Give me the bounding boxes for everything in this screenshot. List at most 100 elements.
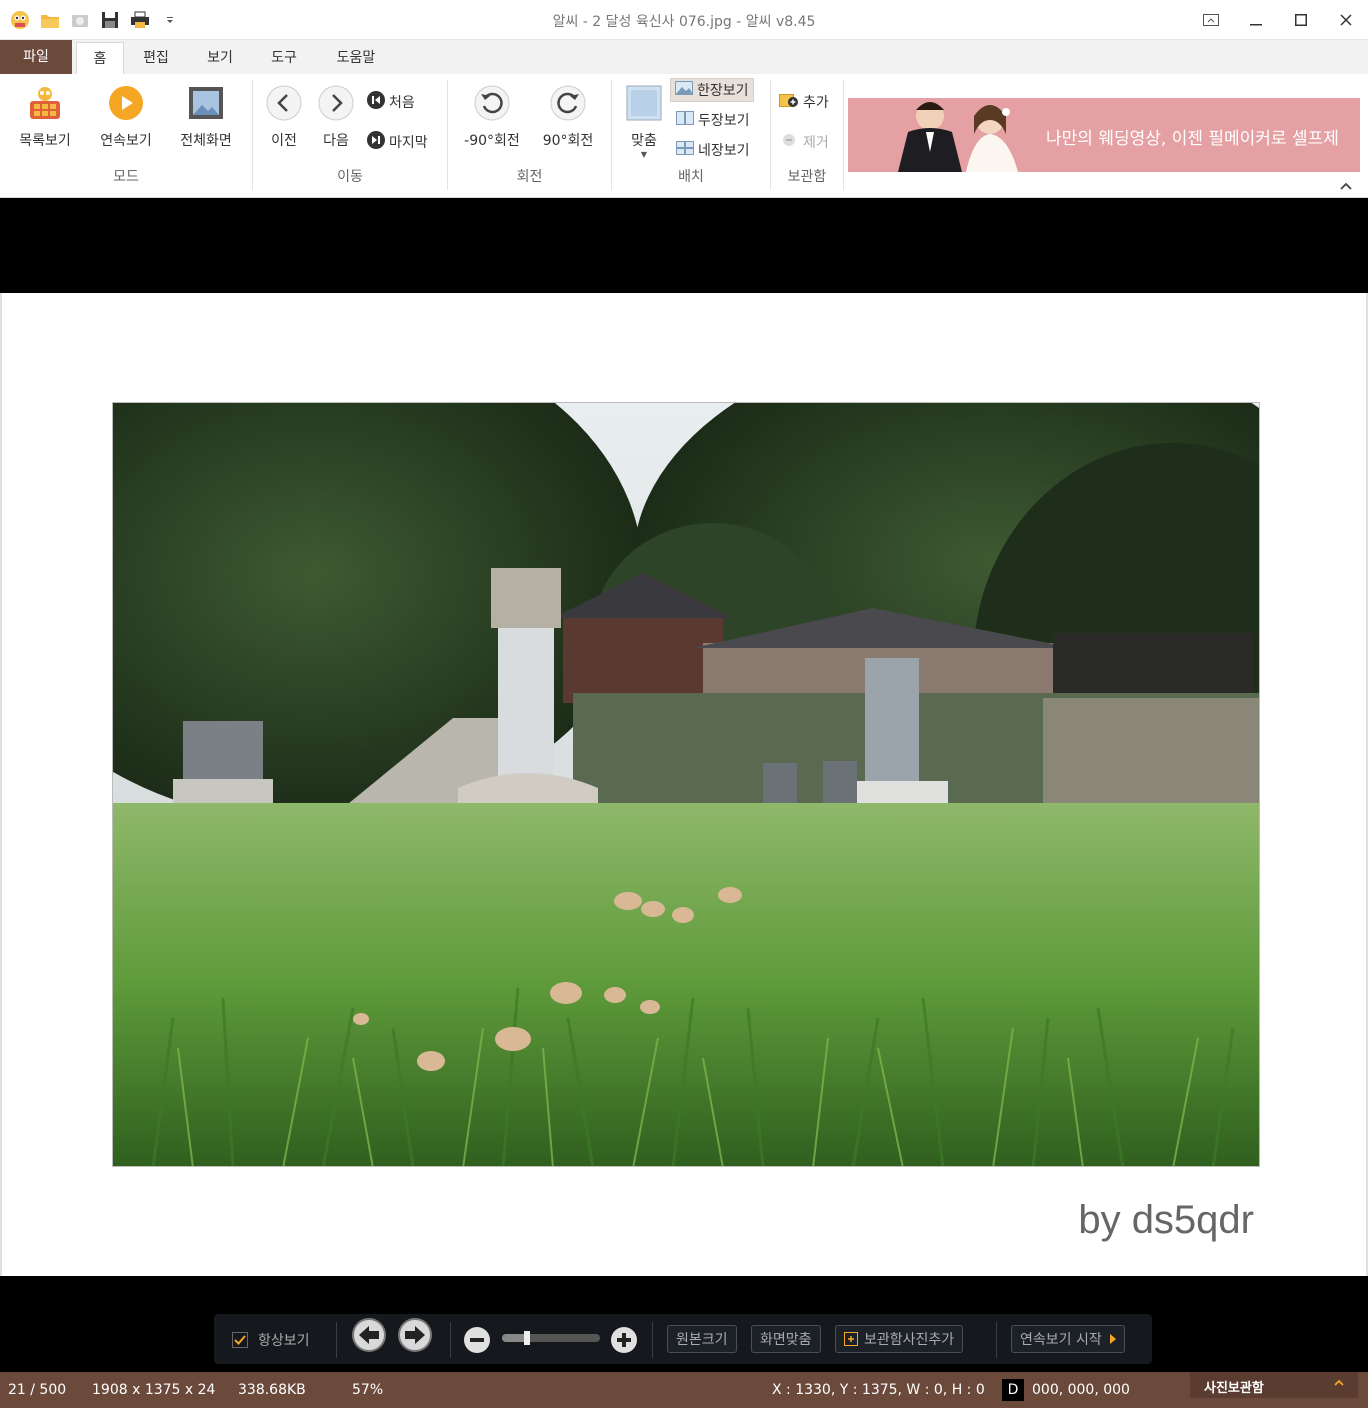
slideshow-label: 연속보기 <box>100 133 152 149</box>
group-layout-label: 배치 <box>678 169 704 185</box>
photo-storage-label: 사진보관함 <box>1204 1381 1264 1396</box>
fit-screen-button[interactable]: 화면맞춤 <box>751 1325 821 1353</box>
zoom-slider-thumb[interactable] <box>523 1331 530 1345</box>
add-storage-icon <box>844 1332 858 1346</box>
chevron-left-icon <box>265 84 303 122</box>
next-button[interactable]: 다음 <box>305 84 367 150</box>
storage-add-button[interactable]: 추가 <box>779 90 829 114</box>
quad-view-label: 네장보기 <box>698 143 750 159</box>
chevron-right-icon <box>317 84 355 122</box>
always-show-checkbox[interactable] <box>232 1332 248 1348</box>
group-move: 이전 다음 처음 마지막 이동 <box>253 74 447 192</box>
rotate-cw-button[interactable]: 90°회전 <box>532 84 604 150</box>
color-mode-badge: D <box>1002 1379 1024 1401</box>
storage-remove-button[interactable]: 제거 <box>779 130 829 154</box>
tab-tools[interactable]: 도구 <box>260 42 308 74</box>
status-bar: 21 / 500 1908 x 1375 x 24 338.68KB 57% X… <box>0 1372 1368 1408</box>
group-mode-label: 모드 <box>113 169 139 185</box>
original-size-button[interactable]: 원본크기 <box>667 1325 737 1353</box>
add-to-storage-label: 보관함사진추가 <box>864 1332 955 1348</box>
single-view-button[interactable]: 한장보기 <box>670 78 754 102</box>
ad-text: 나만의 웨딩영상, 이젠 필메이커로 셀프제 <box>1046 129 1339 149</box>
rotate-left-icon <box>473 84 511 122</box>
window-controls <box>1188 0 1368 40</box>
group-storage: 추가 제거 보관함 <box>771 74 843 192</box>
tab-view[interactable]: 보기 <box>196 42 244 74</box>
single-view-label: 한장보기 <box>697 83 749 99</box>
zoom-in-button[interactable] <box>611 1326 637 1354</box>
start-slideshow-button[interactable]: 연속보기 시작 <box>1011 1325 1125 1353</box>
ribbon-tabs: 파일 홈 편집 보기 도구 도움말 <box>0 40 1368 75</box>
skip-last-icon <box>367 131 385 153</box>
double-view-icon <box>676 111 694 129</box>
fullscreen-button[interactable]: 전체화면 <box>171 84 241 150</box>
rotate-ccw-button[interactable]: -90°회전 <box>456 84 528 150</box>
play-arrow-icon <box>1109 1334 1116 1344</box>
list-view-icon <box>26 84 64 122</box>
first-label: 처음 <box>389 95 415 111</box>
color-readout: D 000, 000, 000 <box>1002 1379 1130 1401</box>
fit-dropdown-icon[interactable]: ▼ <box>614 150 674 159</box>
toolbar-separator <box>336 1322 337 1358</box>
toolbar-separator <box>450 1322 451 1358</box>
maximize-icon[interactable] <box>1278 0 1323 40</box>
fit-icon <box>625 84 663 122</box>
always-show-label: 항상보기 <box>258 1333 310 1349</box>
wedding-couple-illustration <box>878 98 1058 172</box>
image-canvas[interactable]: by ds5qdr <box>0 293 1368 1276</box>
toolbar-separator <box>652 1322 653 1358</box>
tab-edit[interactable]: 편집 <box>132 42 180 74</box>
rotate-cw-label: 90°회전 <box>542 133 594 149</box>
play-icon <box>107 84 145 122</box>
minimize-icon[interactable] <box>1233 0 1278 40</box>
ad-banner[interactable]: 나만의 웨딩영상, 이젠 필메이커로 셀프제 <box>848 98 1360 172</box>
next-label: 다음 <box>323 133 349 149</box>
arrow-left-icon <box>352 1318 386 1352</box>
list-view-button[interactable]: 목록보기 <box>10 84 80 150</box>
storage-remove-label: 제거 <box>803 135 829 151</box>
start-slideshow-label: 연속보기 시작 <box>1020 1332 1102 1348</box>
storage-add-label: 추가 <box>803 95 829 111</box>
first-button[interactable]: 처음 <box>367 90 415 114</box>
add-to-storage-button[interactable]: 보관함사진추가 <box>835 1325 964 1353</box>
group-rotate-label: 회전 <box>516 169 543 185</box>
always-show-toggle[interactable]: 항상보기 <box>232 1326 310 1354</box>
arrow-right-icon <box>398 1318 432 1352</box>
slideshow-button[interactable]: 연속보기 <box>91 84 161 150</box>
fullscreen-icon <box>187 84 225 122</box>
prev-image-button[interactable] <box>352 1318 386 1352</box>
double-view-button[interactable]: 두장보기 <box>676 108 750 132</box>
group-rotate: -90°회전 90°회전 회전 <box>448 74 611 192</box>
tab-help[interactable]: 도움말 <box>324 42 388 74</box>
tab-file[interactable]: 파일 <box>0 40 72 74</box>
zoom-out-button[interactable] <box>464 1326 490 1354</box>
quad-view-icon <box>676 141 694 159</box>
last-button[interactable]: 마지막 <box>367 130 428 154</box>
rotate-ccw-label: -90°회전 <box>464 133 520 149</box>
zoom-percent: 57% <box>352 1382 384 1398</box>
zoom-slider[interactable] <box>502 1331 600 1345</box>
collapse-ribbon-icon[interactable] <box>1340 179 1352 193</box>
last-label: 마지막 <box>389 135 428 151</box>
photo-storage-tab[interactable]: 사진보관함 <box>1190 1372 1358 1398</box>
image-dimensions: 1908 x 1375 x 24 <box>92 1382 216 1398</box>
next-image-button[interactable] <box>398 1318 432 1352</box>
temple-lawn-photo <box>113 403 1259 1166</box>
title-bar: 알씨 - 2 달성 육신사 076.jpg - 알씨 v8.45 <box>0 0 1368 40</box>
double-view-label: 두장보기 <box>698 113 750 129</box>
remove-photo-icon <box>779 132 799 152</box>
tab-home[interactable]: 홈 <box>76 42 124 75</box>
expand-up-icon[interactable] <box>1334 1376 1344 1391</box>
viewer-top-letterbox <box>0 198 1368 293</box>
ribbon-separator <box>843 80 844 190</box>
watermark-text: by ds5qdr <box>1078 1198 1254 1242</box>
zoom-out-icon <box>464 1327 490 1353</box>
quad-view-button[interactable]: 네장보기 <box>676 138 750 162</box>
zoom-in-icon <box>611 1327 637 1353</box>
photo-display[interactable] <box>112 402 1260 1167</box>
fit-button[interactable]: 맞춤 ▼ <box>614 84 674 159</box>
close-icon[interactable] <box>1323 0 1368 40</box>
ribbon-display-icon[interactable] <box>1188 0 1233 40</box>
fit-label: 맞춤 <box>631 133 657 149</box>
cursor-coords: X : 1330, Y : 1375, W : 0, H : 0 <box>772 1382 985 1398</box>
